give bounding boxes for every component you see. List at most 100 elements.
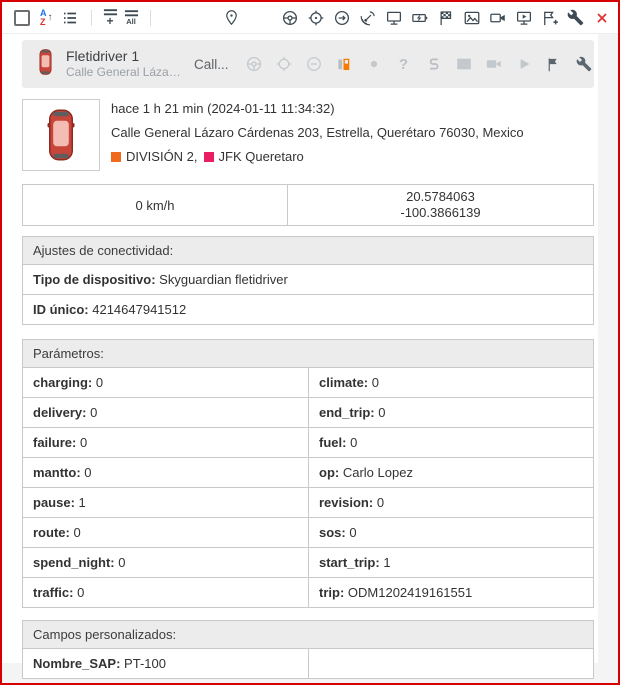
param-value: ODM1202419161551 <box>348 585 472 600</box>
param-value: 0 <box>90 405 97 420</box>
monitor-icon[interactable] <box>383 7 405 29</box>
unit-subtitle: Calle General Lázaro ... <box>66 65 182 80</box>
latitude-value: 20.5784063 <box>406 189 475 205</box>
wrench-icon[interactable] <box>565 7 587 29</box>
route-s-icon[interactable] <box>425 55 443 73</box>
param-value: 1 <box>383 555 390 570</box>
battery-charge-icon[interactable] <box>409 7 431 29</box>
unit-car-icon <box>38 48 53 81</box>
unit-header-icons: ? <box>245 55 593 73</box>
scrollbar-track[interactable] <box>598 34 618 684</box>
param-label: trip: <box>319 585 344 600</box>
group-color-square <box>111 152 121 162</box>
all-label: All <box>126 18 136 26</box>
flag-add-icon[interactable] <box>539 7 561 29</box>
flag-icon[interactable] <box>545 55 563 73</box>
truncated-call-label: Call... <box>194 57 229 72</box>
section-title: Campos personalizados: <box>23 621 593 648</box>
target-icon[interactable] <box>305 7 327 29</box>
toolbar-separator <box>91 10 92 26</box>
param-value: 1 <box>79 495 86 510</box>
unit-address: Calle General Lázaro Cárdenas 203, Estre… <box>111 126 524 140</box>
parameter-row: pause: 1 revision: 0 <box>23 487 593 517</box>
param-value: 0 <box>377 495 384 510</box>
param-label: failure: <box>33 435 76 450</box>
finish-flag-icon[interactable] <box>435 7 457 29</box>
arrow-circle-right-icon[interactable] <box>331 7 353 29</box>
empty-cell <box>309 649 593 678</box>
satellite-icon[interactable] <box>357 7 379 29</box>
param-value: 0 <box>96 375 103 390</box>
sort-arrow: ↑ <box>47 13 53 22</box>
custom-fields-table: Campos personalizados: Nombre_SAP: PT-10… <box>22 620 594 679</box>
field-value: 4214647941512 <box>92 302 186 317</box>
field-label: ID único: <box>33 302 89 317</box>
unit-info-window: A ↑ Z + All <box>0 0 620 685</box>
video-camera-icon[interactable] <box>485 55 503 73</box>
param-value: 0 <box>350 435 357 450</box>
parameter-row: charging: 0 climate: 0 <box>23 367 593 397</box>
image-icon[interactable] <box>461 7 483 29</box>
unique-id-row: ID único: 4214647941512 <box>23 295 593 324</box>
question-icon[interactable]: ? <box>395 55 413 73</box>
field-label: Tipo de dispositivo: <box>33 272 156 287</box>
sort-az-icon[interactable]: A ↑ Z <box>40 9 53 27</box>
close-icon[interactable] <box>591 7 613 29</box>
select-checkbox[interactable] <box>14 10 30 26</box>
steering-wheel-icon[interactable] <box>245 55 263 73</box>
param-label: delivery: <box>33 405 86 420</box>
section-title: Ajustes de conectividad: <box>23 237 593 264</box>
section-title: Parámetros: <box>23 340 593 367</box>
group-color-square <box>204 152 214 162</box>
group-label: JFK Queretaro <box>219 150 304 164</box>
image-icon[interactable] <box>455 55 473 73</box>
parameter-row: traffic: 0 trip: ODM1202419161551 <box>23 577 593 607</box>
list-add-icon[interactable]: + <box>103 8 118 27</box>
param-value: Carlo Lopez <box>343 465 413 480</box>
parameter-row: failure: 0 fuel: 0 <box>23 427 593 457</box>
param-value: 0 <box>77 585 84 600</box>
parameter-row: mantto: 0 op: Carlo Lopez <box>23 457 593 487</box>
connectivity-table: Ajustes de conectividad: Tipo de disposi… <box>22 236 594 325</box>
play-icon[interactable] <box>515 55 533 73</box>
param-label: pause: <box>33 495 75 510</box>
video-camera-icon[interactable] <box>487 7 509 29</box>
wrench-icon[interactable] <box>575 55 593 73</box>
param-label: climate: <box>319 375 368 390</box>
minus-circle-icon[interactable] <box>305 55 323 73</box>
group-label: DIVISIÓN 2, <box>126 150 198 164</box>
param-value: 0 <box>349 525 356 540</box>
level-bars-icon[interactable] <box>335 55 353 73</box>
param-label: end_trip: <box>319 405 375 420</box>
unit-photo <box>22 99 100 171</box>
screen-play-icon[interactable] <box>513 7 535 29</box>
param-label: sos: <box>319 525 346 540</box>
sort-letter-z: Z <box>40 18 47 27</box>
param-value: 0 <box>80 435 87 450</box>
list-icon[interactable] <box>59 7 81 29</box>
unit-title: Fletidriver 1 <box>66 48 182 65</box>
field-value: Skyguardian fletidriver <box>159 272 288 287</box>
location-pin-icon[interactable] <box>221 7 243 29</box>
unit-info-row: hace 1 h 21 min (2024-01-11 11:34:32) Ca… <box>22 99 598 174</box>
param-value: 0 <box>73 525 80 540</box>
unit-title-block: Fletidriver 1 Calle General Lázaro ... <box>66 48 182 80</box>
longitude-value: -100.3866139 <box>400 205 480 221</box>
steering-wheel-icon[interactable] <box>279 7 301 29</box>
status-dot-icon[interactable] <box>365 55 383 73</box>
target-diamond-icon[interactable] <box>275 55 293 73</box>
field-value: PT-100 <box>124 656 166 671</box>
param-value: 0 <box>378 405 385 420</box>
main-area: Fletidriver 1 Calle General Lázaro ... C… <box>2 34 618 684</box>
parameter-row: spend_night: 0 start_trip: 1 <box>23 547 593 577</box>
content-panel: Fletidriver 1 Calle General Lázaro ... C… <box>2 34 598 663</box>
list-all-icon[interactable]: All <box>124 9 139 26</box>
unit-header-bar: Fletidriver 1 Calle General Lázaro ... C… <box>22 40 594 88</box>
param-label: route: <box>33 525 70 540</box>
param-label: spend_night: <box>33 555 115 570</box>
group-tag: JFK Queretaro <box>204 150 304 164</box>
param-value: 0 <box>372 375 379 390</box>
param-label: revision: <box>319 495 373 510</box>
parameter-row: route: 0 sos: 0 <box>23 517 593 547</box>
unit-groups: DIVISIÓN 2, JFK Queretaro <box>111 150 524 164</box>
